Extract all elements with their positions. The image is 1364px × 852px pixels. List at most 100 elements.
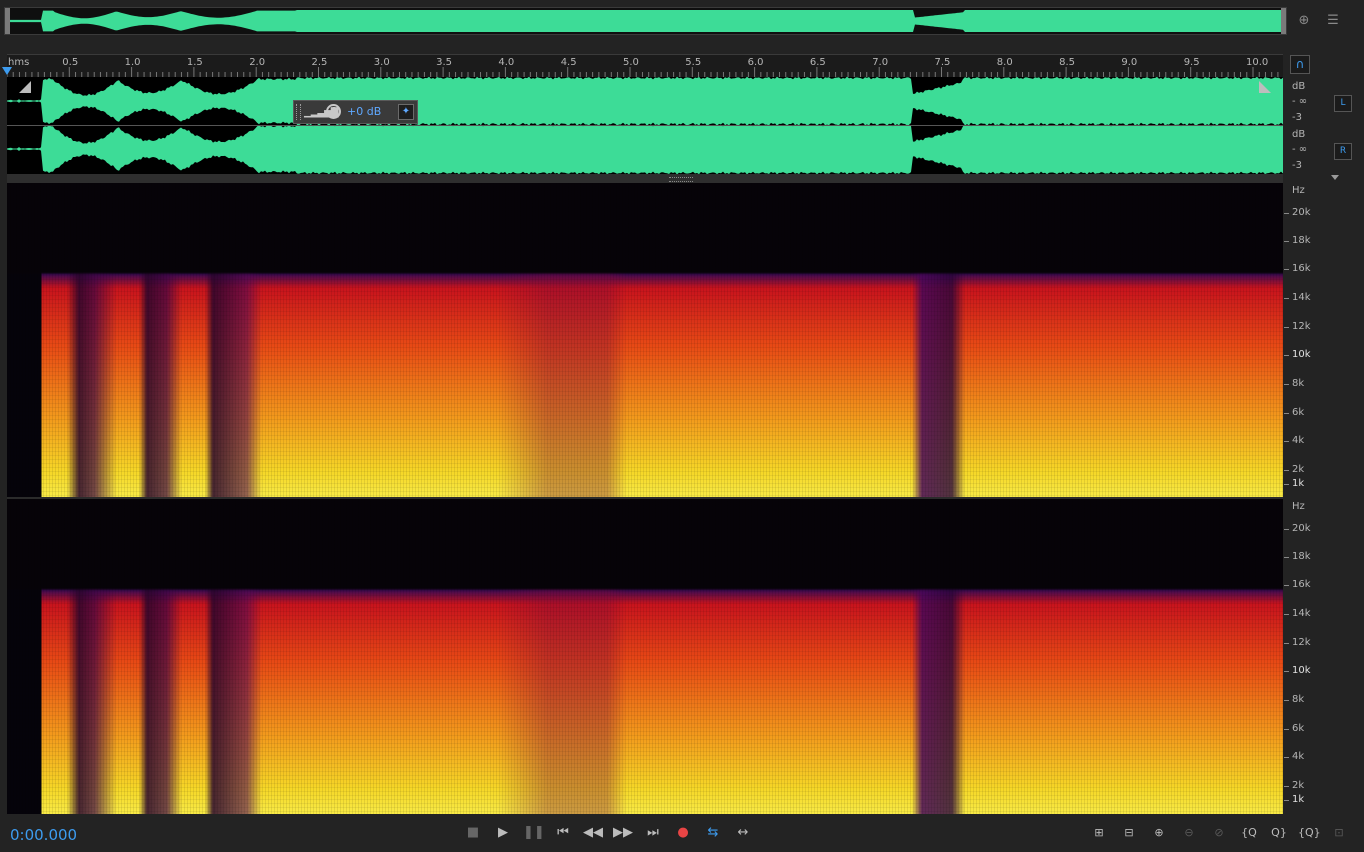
- hz-tick: [1284, 441, 1289, 442]
- overview-right-handle[interactable]: [1281, 8, 1286, 34]
- zoom-out-full-icon[interactable]: ⊘: [1208, 824, 1230, 842]
- monitor-headphones-icon[interactable]: ∩: [1290, 55, 1310, 74]
- hz-tick: [1284, 298, 1289, 299]
- right-db-label: dB: [1292, 129, 1306, 140]
- hz-label-left: 20k: [1292, 207, 1311, 218]
- spectral-texture-horizontal: [7, 183, 1283, 497]
- left-db-label: dB: [1292, 81, 1306, 92]
- pin-icon[interactable]: ✦: [398, 104, 414, 120]
- right-minus3-label: -3: [1292, 160, 1302, 171]
- panel-menu-icon[interactable]: ☰: [1324, 12, 1342, 30]
- skip-selection-button[interactable]: ↔: [733, 824, 753, 842]
- hz-label-left: 12k: [1292, 321, 1311, 332]
- hz-tick: [1284, 213, 1289, 214]
- go-to-end-button[interactable]: ⏭: [643, 824, 663, 842]
- left-minus3-label: -3: [1292, 112, 1302, 123]
- spectrogram-left[interactable]: [7, 183, 1283, 497]
- hud-grip[interactable]: [296, 104, 301, 120]
- channel-waveform: [7, 77, 1283, 126]
- hz-tick: [1284, 643, 1289, 644]
- hz-tick: [1284, 786, 1289, 787]
- hz-label-left: 18k: [1292, 235, 1311, 246]
- channel-waveform: [7, 123, 1283, 174]
- zoom-in-right-icon[interactable]: Q}: [1268, 824, 1290, 842]
- gain-value[interactable]: +0 dB: [347, 105, 381, 118]
- hz-tick: [1284, 800, 1289, 801]
- hz-tick: [1284, 413, 1289, 414]
- zoom-in-left-icon[interactable]: {Q: [1238, 824, 1260, 842]
- hz-unit-label-left: Hz: [1292, 185, 1305, 196]
- zoom-in-time-icon[interactable]: ⊕: [1148, 824, 1170, 842]
- fast-forward-button[interactable]: ▶▶: [613, 824, 633, 842]
- right-inf-label: - ∞: [1292, 144, 1308, 155]
- hz-tick: [1284, 671, 1289, 672]
- left-channel-button[interactable]: L: [1334, 95, 1352, 112]
- record-button[interactable]: ●: [673, 824, 693, 842]
- hz-tick: [1284, 614, 1289, 615]
- hz-label-right: 1k: [1292, 794, 1305, 805]
- hz-tick: [1284, 327, 1289, 328]
- hz-tick: [1284, 484, 1289, 485]
- hz-label-right: 14k: [1292, 608, 1311, 619]
- spectrogram-right[interactable]: [7, 499, 1283, 814]
- pause-button[interactable]: ❚❚: [523, 824, 545, 842]
- hz-label-right: 8k: [1292, 694, 1305, 705]
- current-time-display[interactable]: 0:00.000: [10, 826, 77, 844]
- zoom-reset-icon[interactable]: ⊡: [1328, 824, 1350, 842]
- hud-gain-control[interactable]: ▁▂▃▅▇ +0 dB ✦: [293, 100, 418, 124]
- play-button[interactable]: ▶: [493, 824, 513, 842]
- right-channel-button[interactable]: R: [1334, 143, 1352, 160]
- hz-unit-label-right: Hz: [1292, 501, 1305, 512]
- hz-label-right: 4k: [1292, 751, 1305, 762]
- hz-label-right: 6k: [1292, 723, 1305, 734]
- hz-label-left: 2k: [1292, 464, 1305, 475]
- overview-left-handle[interactable]: [5, 8, 10, 34]
- chevron-down-icon[interactable]: [1331, 175, 1339, 180]
- hz-tick: [1284, 384, 1289, 385]
- zoom-in-amplitude-icon[interactable]: ⊞: [1088, 824, 1110, 842]
- ruler-ticks: [7, 67, 1279, 77]
- go-to-start-button[interactable]: ⏮: [553, 824, 573, 842]
- hz-label-left: 10k: [1292, 349, 1311, 360]
- left-inf-label: - ∞: [1292, 96, 1308, 107]
- zoom-to-fit-icon[interactable]: ⊕: [1295, 12, 1313, 30]
- loop-button[interactable]: ⇆: [703, 824, 723, 842]
- hz-tick: [1284, 529, 1289, 530]
- divider-grip[interactable]: [669, 177, 693, 182]
- hz-label-left: 1k: [1292, 478, 1305, 489]
- time-ruler[interactable]: hms 0.5 1.0 1.5 2.0 2.5 3.0 3.5 4.0 4.5 5.0 5.5 6.0…: [2, 54, 1283, 77]
- hz-label-right: 12k: [1292, 637, 1311, 648]
- hz-tick: [1284, 757, 1289, 758]
- hz-tick: [1284, 585, 1289, 586]
- hz-tick: [1284, 729, 1289, 730]
- playhead-marker[interactable]: [2, 67, 12, 75]
- overview-navigator[interactable]: [4, 7, 1287, 35]
- zoom-selection-icon[interactable]: {Q}: [1298, 824, 1321, 842]
- spectral-texture-horizontal: [7, 499, 1283, 814]
- stop-button[interactable]: ■: [463, 824, 483, 842]
- zoom-out-amplitude-icon[interactable]: ⊟: [1118, 824, 1140, 842]
- hz-label-right: 20k: [1292, 523, 1311, 534]
- overview-waveform: [5, 10, 1285, 32]
- hz-tick: [1284, 355, 1289, 356]
- hz-label-left: 8k: [1292, 378, 1305, 389]
- hz-label-right: 10k: [1292, 665, 1311, 676]
- waveform-display[interactable]: [7, 77, 1283, 174]
- hz-tick: [1284, 269, 1289, 270]
- zoom-out-time-icon[interactable]: ⊖: [1178, 824, 1200, 842]
- hz-tick: [1284, 470, 1289, 471]
- overview-waveform-path: [5, 10, 1285, 32]
- hz-label-right: 18k: [1292, 551, 1311, 562]
- hz-label-left: 16k: [1292, 263, 1311, 274]
- gain-knob[interactable]: [326, 104, 341, 119]
- view-divider[interactable]: [7, 174, 1283, 183]
- hz-tick: [1284, 241, 1289, 242]
- hz-label-left: 4k: [1292, 435, 1305, 446]
- hz-label-right: 2k: [1292, 780, 1305, 791]
- hz-tick: [1284, 700, 1289, 701]
- hz-label-left: 6k: [1292, 407, 1305, 418]
- rewind-button[interactable]: ◀◀: [583, 824, 603, 842]
- hz-label-right: 16k: [1292, 579, 1311, 590]
- hz-tick: [1284, 557, 1289, 558]
- waveform-graph: [7, 77, 1283, 174]
